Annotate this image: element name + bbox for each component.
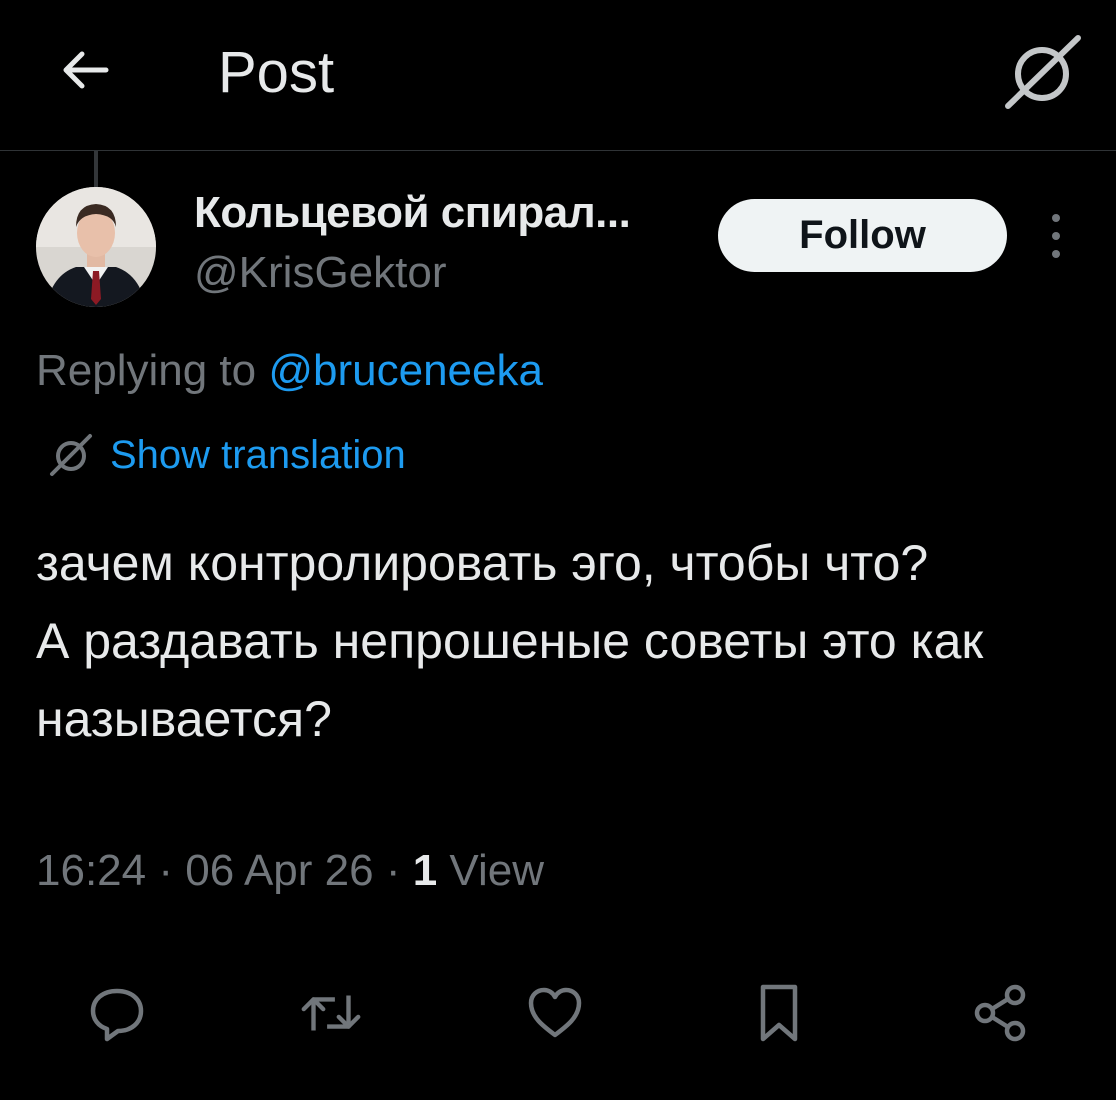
translate-icon (50, 434, 92, 476)
replying-prefix: Replying to (36, 346, 269, 395)
meta-separator: · (373, 846, 413, 895)
follow-button[interactable]: Follow (718, 199, 1007, 272)
thread-connector (94, 151, 98, 187)
post-text-line: А раздавать непрошеные советы это как на… (36, 613, 984, 747)
replying-to: Replying to @bruceneeka (36, 342, 543, 400)
display-name[interactable]: Кольцевой спирал... (194, 186, 631, 240)
repost-button[interactable] (296, 978, 366, 1048)
views-count: 1 (412, 846, 438, 895)
views-label: View (437, 846, 544, 895)
more-vertical-icon (1052, 214, 1060, 258)
post-meta: 16:24 · 06 Apr 26 · 1 View (36, 842, 544, 900)
translate-button[interactable] (1000, 30, 1084, 114)
reply-mention-link[interactable]: @bruceneeka (268, 346, 543, 395)
post-text-line: зачем контролировать эго, чтобы что? (36, 535, 929, 591)
page-title: Post (218, 40, 335, 105)
post-time[interactable]: 16:24 (36, 846, 146, 895)
avatar-image (36, 187, 156, 307)
post-text: зачем контролировать эго, чтобы что? А р… (36, 524, 1086, 758)
header-divider (0, 150, 1116, 151)
repost-icon (301, 995, 361, 1031)
bookmark-icon (760, 984, 798, 1042)
share-icon (974, 984, 1026, 1042)
show-translation-button[interactable]: Show translation (48, 426, 406, 484)
top-bar: Post (0, 0, 1116, 150)
meta-separator: · (146, 846, 186, 895)
user-handle[interactable]: @KrisGektor (194, 246, 446, 300)
like-button[interactable] (520, 978, 590, 1048)
heart-icon (528, 987, 582, 1038)
avatar[interactable] (36, 187, 156, 307)
reply-icon (90, 988, 144, 1042)
post-date[interactable]: 06 Apr 26 (185, 846, 373, 895)
bookmark-button[interactable] (744, 978, 814, 1048)
share-button[interactable] (966, 978, 1036, 1048)
back-button[interactable] (52, 38, 116, 102)
show-translation-label: Show translation (110, 432, 406, 477)
reply-button[interactable] (82, 978, 152, 1048)
arrow-left-icon (63, 51, 109, 89)
translate-icon (1005, 35, 1081, 109)
more-button[interactable] (1038, 210, 1074, 262)
